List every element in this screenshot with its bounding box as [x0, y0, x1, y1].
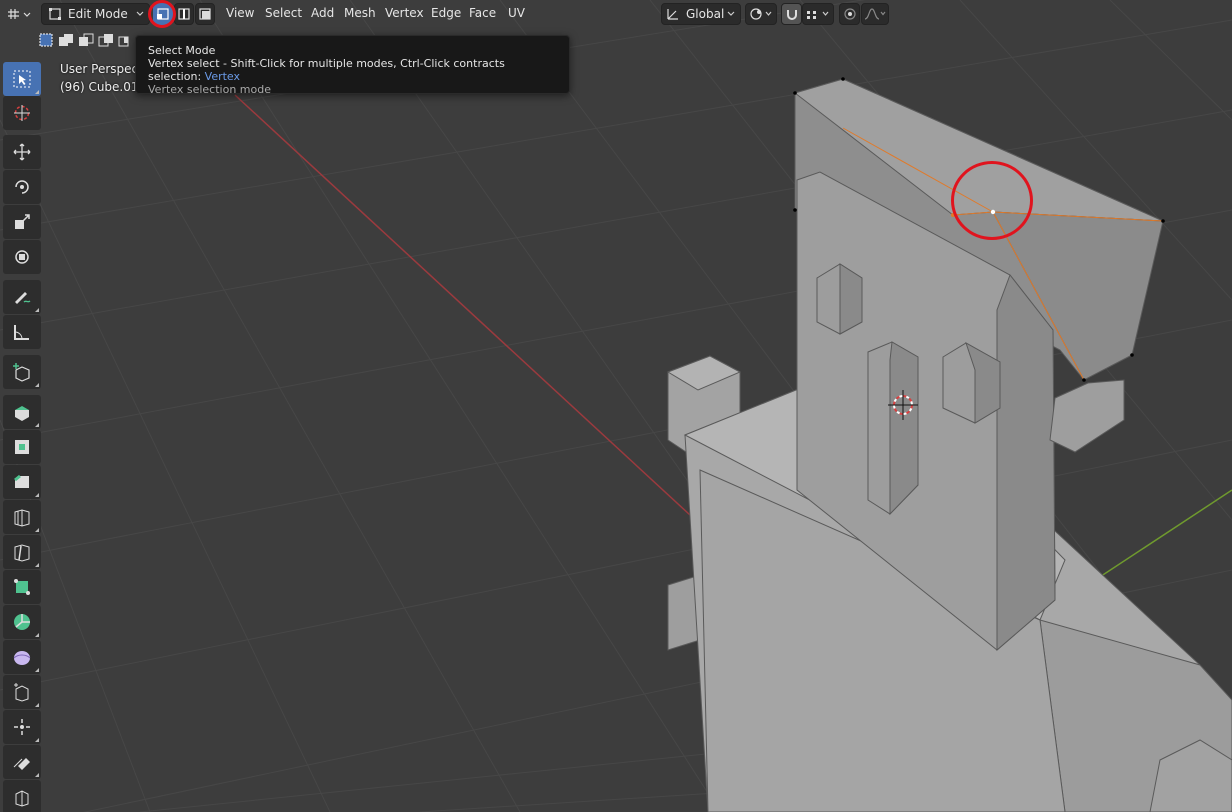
tooltip-highlight: Vertex: [204, 70, 241, 83]
menu-uv[interactable]: UV: [508, 6, 525, 20]
menu-add[interactable]: Add: [311, 6, 334, 20]
orientation-icon: [666, 7, 680, 21]
menu-face[interactable]: Face: [469, 6, 496, 20]
selection-mode-subtools: [37, 32, 135, 50]
select-box-icon[interactable]: [3, 62, 41, 96]
inset-icon[interactable]: [3, 430, 41, 464]
add-cube-icon[interactable]: [3, 355, 41, 389]
pivot-icon[interactable]: [745, 3, 777, 25]
cursor-icon[interactable]: [3, 96, 41, 130]
select-extend-icon[interactable]: [57, 32, 75, 48]
edge-select-icon[interactable]: [174, 3, 194, 25]
magnet-icon[interactable]: [781, 3, 802, 25]
rotate-icon[interactable]: [3, 170, 41, 204]
edit-mode-icon: [48, 7, 62, 21]
shear-icon[interactable]: [3, 745, 41, 779]
poly-build-icon[interactable]: [3, 570, 41, 604]
tooltip-title: Select Mode: [148, 44, 216, 57]
select-intersect-icon[interactable]: [117, 32, 135, 48]
falloff-icon[interactable]: [861, 3, 889, 25]
menu-select[interactable]: Select: [265, 6, 302, 20]
menu-vertex[interactable]: Vertex: [385, 6, 424, 20]
face-select-icon[interactable]: [195, 3, 215, 25]
knife-icon[interactable]: [3, 535, 41, 569]
mode-dropdown[interactable]: Edit Mode: [41, 3, 150, 25]
menu-edge[interactable]: Edge: [431, 6, 461, 20]
transform-orientation-dropdown[interactable]: Global: [661, 3, 741, 25]
tooltip-subtext: Vertex selection mode: [148, 83, 271, 96]
menu-mesh[interactable]: Mesh: [344, 6, 376, 20]
loop-cut-icon[interactable]: [3, 500, 41, 534]
shrink-fatten-icon[interactable]: [3, 710, 41, 744]
select-mode-tooltip: Select Mode Vertex select - Shift-Click …: [135, 35, 570, 96]
scale-icon[interactable]: [3, 205, 41, 239]
select-new-icon[interactable]: [37, 32, 55, 48]
select-invert-icon[interactable]: [97, 32, 115, 48]
spin-icon[interactable]: [3, 605, 41, 639]
tooltip-description-text: Vertex select - Shift-Click for multiple…: [148, 57, 505, 83]
select-subtract-icon[interactable]: [77, 32, 95, 48]
extrude-icon[interactable]: [3, 395, 41, 429]
chevron-down-icon: [135, 9, 145, 19]
3d-viewport[interactable]: [0, 0, 1232, 812]
annotate-icon[interactable]: [3, 280, 41, 314]
viewport-header: Edit Mode View Select Add Mesh Vertex Ed…: [0, 0, 1232, 28]
vertex-select-icon[interactable]: [153, 3, 173, 25]
edge-slide-icon[interactable]: [3, 675, 41, 709]
transform-icon[interactable]: [3, 240, 41, 274]
object-name: (96) Cube.017: [60, 80, 147, 94]
smooth-icon[interactable]: [3, 640, 41, 674]
bevel-icon[interactable]: [3, 465, 41, 499]
chevron-down-icon: [726, 9, 736, 19]
menu-view[interactable]: View: [226, 6, 254, 20]
proportional-edit-icon[interactable]: [839, 3, 860, 25]
move-icon[interactable]: [3, 135, 41, 169]
snap-target-icon[interactable]: [802, 3, 834, 25]
rip-region-icon[interactable]: [3, 780, 41, 812]
orientation-label: Global: [686, 7, 725, 21]
tooltip-description: Vertex select - Shift-Click for multiple…: [148, 57, 557, 83]
measure-icon[interactable]: [3, 315, 41, 349]
tool-bar: [0, 60, 44, 812]
cube-grid-icon[interactable]: [4, 3, 34, 25]
mode-label: Edit Mode: [68, 7, 128, 21]
